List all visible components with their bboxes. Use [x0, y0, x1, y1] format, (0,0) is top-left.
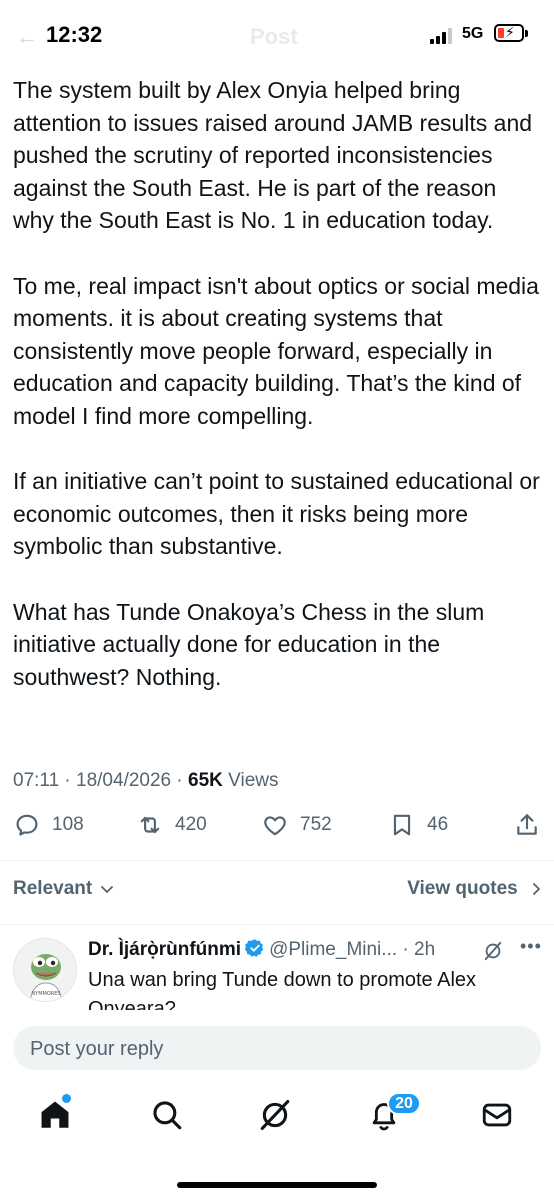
reply-count: 108 — [52, 814, 84, 835]
views-label[interactable]: Views — [223, 770, 278, 791]
signal-icon — [430, 28, 456, 44]
grok-icon — [260, 1099, 290, 1131]
divider — [0, 924, 554, 925]
page-title: Post — [250, 24, 298, 49]
tweet-paragraph: If an initiative can’t point to sustaine… — [13, 468, 540, 560]
view-quotes-label: View quotes — [407, 878, 518, 899]
bookmark-icon — [393, 814, 411, 836]
view-quotes-link[interactable]: View quotes — [407, 878, 543, 900]
bookmark-button[interactable]: 46 — [389, 812, 448, 838]
action-bar: 108 420 752 46 — [0, 812, 554, 852]
tab-messages[interactable] — [480, 1098, 514, 1132]
reply-author-name[interactable]: Dr. Ìjárọ̀rùnfúnmi — [88, 939, 241, 960]
reply-header: Dr. Ìjárọ̀rùnfúnmi @Plime_Mini... · 2h — [88, 938, 435, 961]
sort-dropdown[interactable]: Relevant — [13, 878, 114, 900]
search-icon — [153, 1101, 182, 1130]
like-icon — [264, 816, 286, 836]
messages-icon — [482, 1103, 512, 1127]
reply-text: Una wan bring Tunde down to promote Alex… — [88, 969, 477, 1010]
tweet-timestamp[interactable]: 07:11 · 18/04/2026 · — [13, 770, 188, 791]
chevron-right-icon — [533, 883, 540, 895]
views-count[interactable]: 65K — [188, 770, 223, 791]
notifications-badge: 20 — [387, 1092, 421, 1115]
pepe-avatar-image: NYMMORES — [14, 939, 76, 1001]
share-button[interactable] — [514, 812, 552, 838]
verified-icon — [245, 939, 264, 957]
tweet-paragraph: The system built by Alex Onyia helped br… — [13, 77, 533, 234]
back-arrow-icon[interactable]: ← — [16, 24, 38, 50]
like-button[interactable]: 752 — [262, 812, 332, 838]
tab-home[interactable] — [38, 1098, 72, 1132]
home-unread-dot — [62, 1094, 71, 1103]
repost-count: 420 — [175, 814, 207, 835]
avatar[interactable]: NYMMORES — [13, 938, 77, 1002]
repost-button[interactable]: 420 — [137, 812, 207, 838]
share-icon — [517, 814, 537, 835]
bottom-tab-bar: 20 — [0, 1086, 554, 1146]
more-icon[interactable]: ••• — [520, 936, 542, 957]
divider — [0, 860, 554, 861]
reply-input-placeholder: Post your reply — [30, 1038, 164, 1060]
bookmark-count: 46 — [427, 814, 449, 835]
reply-input[interactable]: Post your reply — [13, 1026, 541, 1070]
reply-item[interactable]: NYMMORES Dr. Ìjárọ̀rùnfúnmi @Plime_Mini..… — [0, 930, 554, 1010]
reply-author-handle[interactable]: @Plime_Mini... — [269, 939, 397, 960]
repost-icon — [140, 816, 160, 834]
status-bar: ← 12:32 Post 5G ⚡ — [0, 0, 554, 70]
tweet-paragraph: To me, real impact isn't about optics or… — [13, 272, 539, 429]
status-time: 12:32 — [46, 22, 103, 47]
sort-label: Relevant — [13, 878, 93, 899]
reply-button[interactable]: 108 — [14, 812, 84, 838]
svg-text:NYMMORES: NYMMORES — [31, 991, 60, 997]
compose-bar: Post your reply — [0, 1010, 554, 1082]
like-count: 752 — [300, 814, 332, 835]
tweet-meta: 07:11 · 18/04/2026 · 65K Views — [13, 770, 278, 792]
reply-filter-row: Relevant View quotes — [13, 876, 543, 904]
battery-icon: ⚡ — [494, 24, 524, 42]
chevron-down-icon — [101, 886, 114, 893]
home-icon — [41, 1101, 69, 1128]
reply-time: · 2h — [397, 939, 436, 960]
tab-grok[interactable] — [258, 1098, 292, 1132]
grok-icon[interactable] — [482, 940, 504, 962]
tweet-text: The system built by Alex Onyia helped br… — [13, 74, 543, 726]
home-indicator — [177, 1182, 377, 1188]
reply-icon — [16, 814, 38, 836]
network-label: 5G — [462, 25, 484, 42]
tweet-paragraph: What has Tunde Onakoya’s Chess in the sl… — [13, 598, 485, 690]
tab-search[interactable] — [150, 1098, 184, 1132]
